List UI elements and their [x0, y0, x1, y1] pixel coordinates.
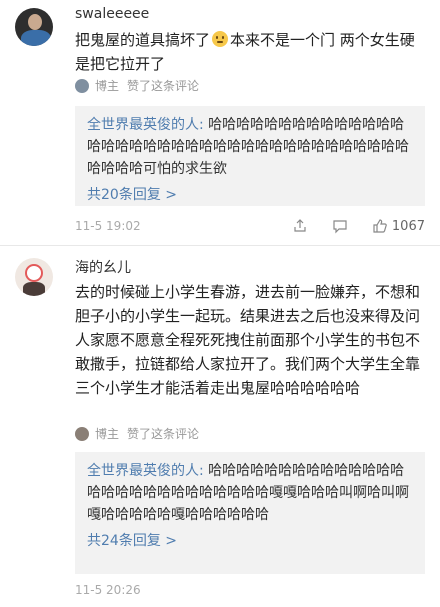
reply-text: 全世界最英俊的人: 哈哈哈哈哈哈哈哈哈哈哈哈哈哈哈哈哈哈哈哈哈哈哈哈哈哈哈嘎嘎哈… [87, 460, 415, 526]
blogger-like-action: 赞了这条评论 [127, 427, 200, 441]
more-replies-link[interactable]: 共24条回复 > [87, 530, 415, 550]
reply-preview-box[interactable]: 全世界最英俊的人: 哈哈哈哈哈哈哈哈哈哈哈哈哈哈哈哈哈哈哈哈哈哈哈哈哈哈哈哈哈哈… [75, 106, 425, 206]
comment-meta: 11-5 20:26 [75, 583, 425, 597]
blogger-like-note: 博主 赞了这条评论 [75, 77, 199, 94]
like-button[interactable]: 1067 [372, 218, 425, 234]
avatar[interactable] [15, 258, 53, 296]
blogger-like-action: 赞了这条评论 [127, 79, 200, 93]
divider [0, 245, 440, 246]
comment-meta: 11-5 19:02 1067 [75, 218, 425, 234]
blogger-like-note: 博主 赞了这条评论 [75, 425, 199, 442]
blogger-avatar [75, 426, 89, 441]
comment-icon [332, 218, 348, 234]
share-button[interactable] [292, 218, 308, 234]
comment-text: 去的时候碰上小学生春游，进去前一脸嫌弃，不想和胆子小的小学生一起玩。结果进去之后… [75, 283, 421, 397]
comment-button[interactable] [332, 218, 348, 234]
blogger-avatar [75, 78, 89, 93]
blogger-label[interactable]: 博主 [95, 425, 119, 442]
comment-date: 11-5 20:26 [75, 583, 141, 597]
more-replies-link[interactable]: 共20条回复 > [87, 184, 415, 204]
blogger-label[interactable]: 博主 [95, 77, 119, 94]
reply-username[interactable]: 全世界最英俊的人: [87, 463, 204, 479]
reply-username[interactable]: 全世界最英俊的人: [87, 117, 204, 133]
comment-text-part: 把鬼屋的道具搞坏了 [75, 31, 211, 49]
smile-emoji-icon [212, 31, 229, 47]
reply-text: 全世界最英俊的人: 哈哈哈哈哈哈哈哈哈哈哈哈哈哈哈哈哈哈哈哈哈哈哈哈哈哈哈哈哈哈… [87, 114, 415, 180]
reply-preview-box[interactable]: 全世界最英俊的人: 哈哈哈哈哈哈哈哈哈哈哈哈哈哈哈哈哈哈哈哈哈哈哈哈哈哈哈嘎嘎哈… [75, 452, 425, 574]
comment-username[interactable]: 海的幺儿 [75, 257, 131, 277]
like-count: 1067 [391, 218, 425, 234]
comment-text: 把鬼屋的道具搞坏了 本来不是一个门 两个女生硬是把它拉开了 [75, 28, 425, 76]
avatar[interactable] [15, 8, 53, 46]
comment-date: 11-5 19:02 [75, 219, 141, 233]
comment-username[interactable]: swaleeeee [75, 6, 149, 22]
share-icon [292, 218, 308, 234]
like-icon [372, 218, 388, 234]
